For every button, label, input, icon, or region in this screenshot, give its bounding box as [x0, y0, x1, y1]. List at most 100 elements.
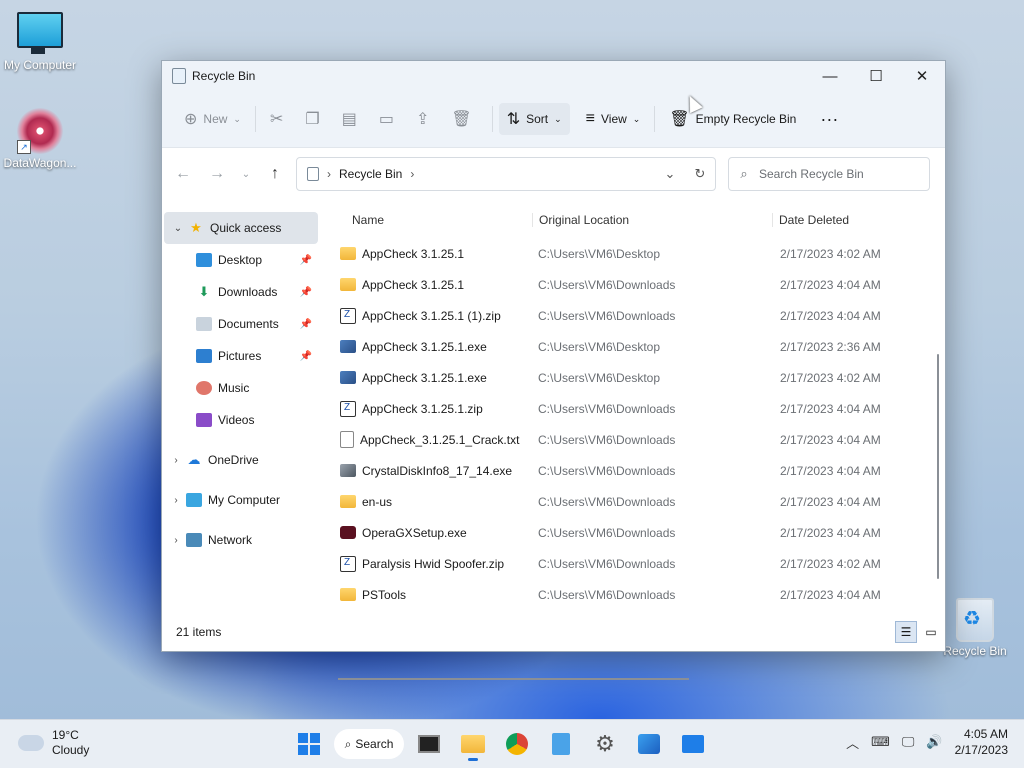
nav-onedrive[interactable]: › ☁ OneDrive: [162, 444, 320, 476]
back-button[interactable]: ←: [166, 165, 200, 183]
table-row[interactable]: AppCheck 3.1.25.1.exe C:\Users\VM6\Deskto…: [322, 362, 931, 393]
more-options-button[interactable]: ···: [812, 103, 846, 135]
shortcut-arrow-icon: ↗: [17, 140, 31, 154]
chevron-down-icon[interactable]: ⌄: [168, 223, 188, 234]
address-dropdown-icon[interactable]: ⌄: [655, 166, 685, 182]
original-location-cell: C:\Users\VM6\Downloads: [538, 432, 676, 447]
recent-locations-button[interactable]: ⌄: [234, 169, 258, 180]
desktop-icon: [196, 253, 212, 267]
large-icons-view-button[interactable]: ▭: [921, 622, 941, 642]
clock[interactable]: 4:05 AM 2/17/2023: [955, 726, 1008, 758]
close-button[interactable]: ✕: [899, 61, 945, 91]
nav-network[interactable]: › Network: [162, 524, 320, 556]
nav-my-computer[interactable]: › My Computer: [162, 484, 320, 516]
opera-file-icon: [340, 526, 356, 539]
nav-music[interactable]: Music: [162, 372, 320, 404]
new-button[interactable]: ⊕ New ⌄: [176, 103, 249, 135]
table-row[interactable]: AppCheck_3.1.25.1_Crack.txt C:\Users\VM6\…: [322, 424, 931, 455]
table-row[interactable]: AppCheck 3.1.25.1 C:\Users\VM6\Desktop 2/1…: [322, 238, 931, 269]
table-row[interactable]: AppCheck 3.1.25.1 C:\Users\VM6\Downloads 2…: [322, 269, 931, 300]
picture-icon: [196, 349, 212, 363]
details-icon: ☰: [900, 625, 912, 639]
forward-button[interactable]: →: [200, 165, 234, 183]
view-button[interactable]: ≡ View ⌄: [578, 103, 649, 135]
file-explorer-taskbar-button[interactable]: [454, 726, 492, 762]
title-bar[interactable]: Recycle Bin — ☐ ✕: [162, 61, 945, 91]
chevron-up-icon[interactable]: ︿: [846, 733, 859, 752]
cloud-icon: ☁: [187, 452, 201, 467]
nav-desktop[interactable]: Desktop 📌: [162, 244, 320, 276]
chevron-right-icon[interactable]: ›: [166, 495, 186, 506]
maximize-button[interactable]: ☐: [853, 61, 899, 91]
paste-button[interactable]: ▤: [334, 103, 371, 135]
nav-downloads[interactable]: ⬇ Downloads 📌: [162, 276, 320, 308]
column-header-location[interactable]: Original Location: [532, 213, 772, 227]
horizontal-scrollbar[interactable]: [338, 678, 689, 680]
delete-button[interactable]: 🗑: [443, 103, 485, 135]
desktop-icon-label: My Computer: [3, 58, 77, 72]
column-header-name[interactable]: Name: [322, 213, 532, 227]
table-row[interactable]: AppCheck 3.1.25.1.zip C:\Users\VM6\Downlo…: [322, 393, 931, 424]
desktop-icon-datawagon[interactable]: ↗ DataWagon...: [0, 108, 80, 170]
rdp-taskbar-button[interactable]: [674, 726, 712, 762]
photos-taskbar-button[interactable]: [630, 726, 668, 762]
keyboard-icon[interactable]: ⌨: [871, 734, 890, 750]
file-rows: AppCheck 3.1.25.1 C:\Users\VM6\Desktop 2/1…: [322, 238, 931, 610]
rename-button[interactable]: ▭: [371, 103, 408, 135]
weather-temp: 19°C: [52, 728, 79, 742]
breadcrumb-chevron-icon[interactable]: ›: [410, 167, 414, 181]
table-row[interactable]: AppCheck 3.1.25.1.exe C:\Users\VM6\Deskto…: [322, 331, 931, 362]
txt-file-icon: [340, 431, 354, 448]
desktop-icon-my-computer[interactable]: My Computer: [0, 12, 80, 72]
original-location-cell: C:\Users\VM6\Downloads: [538, 525, 676, 540]
desktop-icon-recycle-bin[interactable]: Recycle Bin: [935, 598, 1015, 658]
minimize-button[interactable]: —: [807, 61, 853, 91]
chrome-taskbar-button[interactable]: [498, 726, 536, 762]
settings-taskbar-button[interactable]: ⚙: [586, 726, 624, 762]
nav-quick-access[interactable]: ⌄ ★ Quick access: [164, 212, 318, 244]
task-view-button[interactable]: [410, 726, 448, 762]
nav-documents[interactable]: Documents 📌: [162, 308, 320, 340]
details-view-button[interactable]: ☰: [895, 621, 917, 643]
start-button[interactable]: [290, 726, 328, 762]
chevron-right-icon[interactable]: ›: [166, 455, 186, 466]
date-deleted-cell: 2/17/2023 4:04 AM: [780, 401, 881, 416]
nav-label: Documents: [218, 317, 279, 331]
desktop-icon-label: Recycle Bin: [943, 644, 1007, 658]
nav-label: My Computer: [208, 493, 281, 507]
notepad-taskbar-button[interactable]: [542, 726, 580, 762]
column-header-row: ⌃ Name Original Location Date Deleted: [322, 202, 931, 238]
search-box[interactable]: ⌕ Search Recycle Bin: [728, 157, 930, 191]
system-tray: ︿ ⌨ 🖵 🔊 4:05 AM 2/17/2023: [846, 726, 1008, 758]
refresh-icon[interactable]: ↻: [685, 166, 715, 182]
sort-button[interactable]: ⇅ Sort ⌄: [498, 103, 570, 135]
table-row[interactable]: PSTools C:\Users\VM6\Downloads 2/17/2023 4…: [322, 579, 931, 610]
breadcrumb-recycle-bin[interactable]: Recycle Bin: [339, 167, 402, 181]
up-button[interactable]: ↑: [258, 165, 292, 183]
vertical-scrollbar[interactable]: [937, 354, 939, 579]
table-row[interactable]: CrystalDiskInfo8_17_14.exe C:\Users\VM6\D…: [322, 455, 931, 486]
volume-icon[interactable]: 🔊: [926, 734, 942, 750]
date-deleted-cell: 2/17/2023 4:02 AM: [780, 246, 881, 261]
chevron-right-icon[interactable]: ›: [166, 535, 186, 546]
weather-widget[interactable]: 19°C Cloudy: [18, 728, 89, 758]
column-header-date[interactable]: Date Deleted: [772, 213, 902, 227]
taskbar-search-button[interactable]: ⌕ Search: [334, 729, 404, 759]
file-name: AppCheck 3.1.25.1.exe: [362, 370, 487, 385]
nav-videos[interactable]: Videos: [162, 404, 320, 436]
share-button[interactable]: ⇪: [408, 103, 443, 135]
explorer-window: Recycle Bin — ☐ ✕ ⊕ New ⌄ ✂ ❐ ▤ ▭ ⇪ 🗑 ⇅ …: [161, 60, 946, 680]
nav-pictures[interactable]: Pictures 📌: [162, 340, 320, 372]
table-row[interactable]: OperaGXSetup.exe C:\Users\VM6\Downloads 2/…: [322, 517, 931, 548]
date-deleted-cell: 2/17/2023 4:04 AM: [780, 494, 881, 509]
file-name-cell: CrystalDiskInfo8_17_14.exe: [322, 464, 532, 478]
network-status-icon[interactable]: 🖵: [902, 734, 915, 750]
table-row[interactable]: en-us C:\Users\VM6\Downloads 2/17/2023 4:0…: [322, 486, 931, 517]
download-icon: ⬇: [198, 284, 210, 299]
table-row[interactable]: AppCheck 3.1.25.1 (1).zip C:\Users\VM6\Do…: [322, 300, 931, 331]
address-bar[interactable]: › Recycle Bin › ⌄ ↻: [296, 157, 716, 191]
empty-recycle-bin-button[interactable]: 🗑 Empty Recycle Bin: [661, 103, 804, 135]
cut-button[interactable]: ✂: [262, 103, 297, 135]
table-row[interactable]: Paralysis Hwid Spoofer.zip C:\Users\VM6\D…: [322, 548, 931, 579]
copy-button[interactable]: ❐: [297, 103, 333, 135]
